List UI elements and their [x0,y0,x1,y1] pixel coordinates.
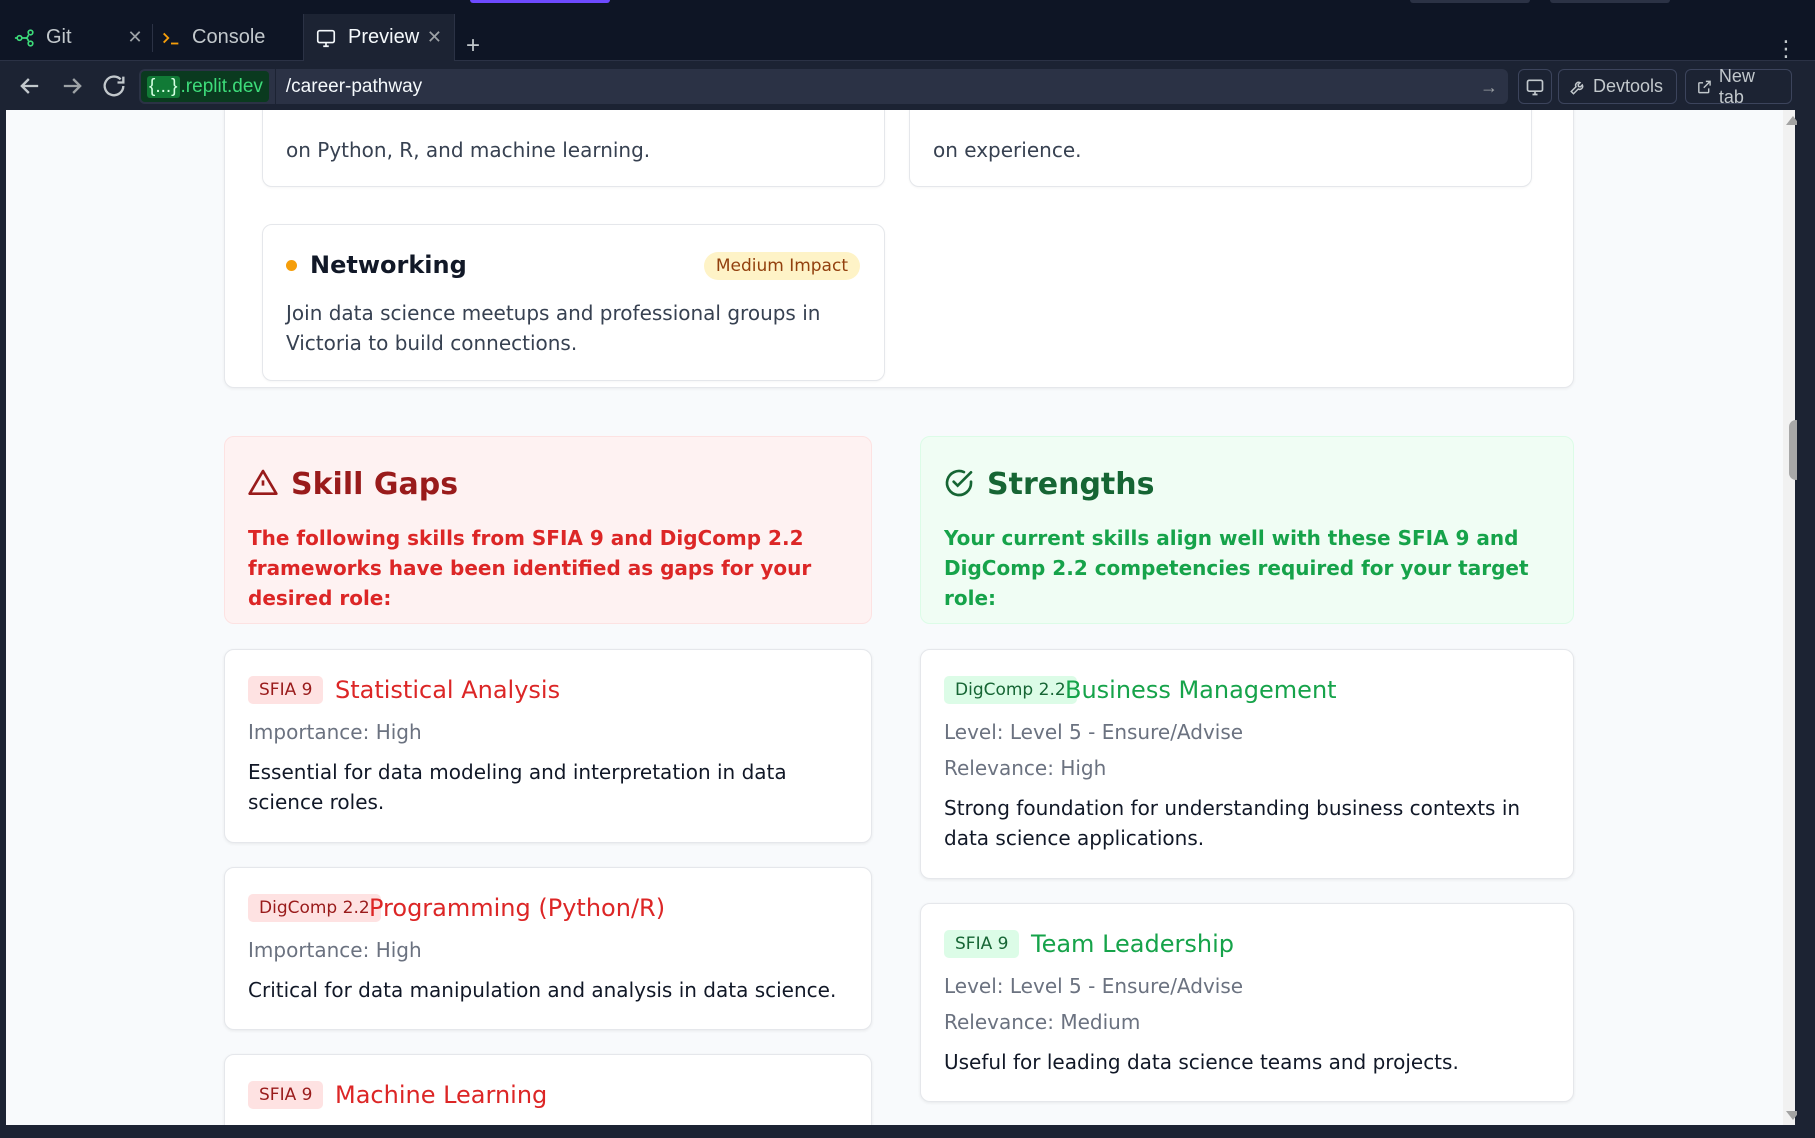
skill-description: Useful for leading data science teams an… [944,1050,1459,1074]
step-description: on experience. [933,138,1082,162]
close-preview-tab-icon[interactable]: ✕ [427,27,442,48]
skill-gap-card: SFIA 9 Statistical Analysis Importance: … [224,649,872,843]
framework-badge: DigComp 2.2 [248,894,381,922]
device-button[interactable] [1518,69,1552,104]
skill-relevance: Relevance: High [944,756,1107,780]
page-viewport: on Python, R, and machine learning. on e… [6,110,1795,1125]
git-icon [14,28,34,47]
new-tab-label: New tab [1718,65,1755,107]
back-arrow-icon[interactable] [16,72,44,100]
networking-step-card: Networking Medium Impact Join data scien… [262,224,885,381]
skill-gaps-header: Skill Gaps The following skills from SFI… [224,436,872,624]
skill-gap-card: SFIA 9 Machine Learning [224,1054,872,1125]
url-path: /career-pathway [285,75,423,97]
strengths-description: Your current skills align well with thes… [944,526,1529,610]
monitor-icon [1526,79,1544,95]
wrench-icon [1570,81,1584,95]
skill-name: Team Leadership [1031,930,1234,958]
skill-gaps-title: Skill Gaps [291,467,459,502]
skill-name: Business Management [1065,676,1337,704]
skill-description: Essential for data modeling and interpre… [248,760,787,814]
active-indicator [470,0,610,3]
external-link-icon [1698,80,1711,93]
tab-preview[interactable]: Preview ✕ [303,14,455,61]
tab-console[interactable]: Console [160,14,300,61]
skill-name: Machine Learning [335,1081,548,1109]
address-field[interactable]: {...} .replit.dev /career-pathway → [139,69,1508,104]
domain-prefix: {...} [147,75,180,98]
forward-arrow-icon[interactable] [58,72,86,100]
skill-description: Strong foundation for understanding busi… [944,796,1521,850]
tab-console-label: Console [192,26,266,48]
skill-level: Level: Level 5 - Ensure/Advise [944,974,1244,998]
domain-text: .replit.dev [180,75,263,97]
devtools-label: Devtools [1593,76,1664,96]
new-tab-button[interactable]: New tab [1685,66,1792,107]
skill-gaps-description: The following skills from SFIA 9 and Dig… [248,526,812,610]
framework-badge: SFIA 9 [944,930,1020,958]
step-title: Networking [310,251,467,279]
step-card: on Python, R, and machine learning. [262,110,885,187]
step-card: on experience. [909,110,1532,187]
tab-git[interactable]: Git [14,14,120,61]
console-icon [163,32,179,44]
warning-icon [248,469,278,495]
skill-importance: Importance: High [248,938,422,962]
skill-gap-card: DigComp 2.2 Programming (Python/R) Impor… [224,867,872,1030]
skill-importance: Importance: High [248,720,422,744]
skill-level: Level: Level 5 - Ensure/Advise [944,720,1244,744]
strengths-title: Strengths [987,467,1155,502]
skill-name: Programming (Python/R) [369,894,666,922]
close-git-tab-icon[interactable]: ✕ [120,14,150,61]
step-description: on Python, R, and machine learning. [286,138,651,162]
url-bar: {...} .replit.dev /career-pathway → Devt… [0,62,1815,110]
check-circle-icon [945,469,973,497]
domain-chip: {...} .replit.dev [141,71,269,102]
devtools-button[interactable]: Devtools [1558,69,1677,104]
impact-badge: Medium Impact [703,252,860,280]
step-description: Join data science meetups and profession… [286,301,821,355]
skill-name: Statistical Analysis [335,676,561,704]
strengths-header: Strengths Your current skills align well… [920,436,1574,624]
tab-git-label: Git [46,26,72,48]
preview-icon [316,29,336,47]
impact-dot [286,260,297,271]
top-pill [1410,0,1530,3]
go-arrow-icon[interactable]: → [1480,77,1498,98]
bottom-frame [0,1125,1815,1138]
scrollbar-track[interactable] [1783,110,1795,1125]
right-frame [1797,110,1815,1125]
tab-bar: Git ✕ Console Preview ✕ + ⋮ [0,14,1815,61]
window-top-strip [0,0,1815,14]
tab-preview-label: Preview [348,26,420,48]
tab-divider [152,24,153,52]
framework-badge: SFIA 9 [248,1081,324,1109]
strength-card: DigComp 2.2 Business Management Level: L… [920,649,1574,879]
address-divider [274,69,276,104]
recommended-steps-card: on Python, R, and machine learning. on e… [224,110,1574,388]
skill-description: Critical for data manipulation and analy… [248,978,837,1002]
reload-icon[interactable] [100,72,128,100]
framework-badge: SFIA 9 [248,676,324,704]
top-pill [1550,0,1670,3]
new-tab-plus-icon[interactable]: + [466,34,480,58]
more-options-icon[interactable]: ⋮ [1775,38,1797,60]
strength-card: SFIA 9 Team Leadership Level: Level 5 - … [920,903,1574,1102]
skill-relevance: Relevance: Medium [944,1010,1141,1034]
framework-badge: DigComp 2.2 [944,676,1077,704]
